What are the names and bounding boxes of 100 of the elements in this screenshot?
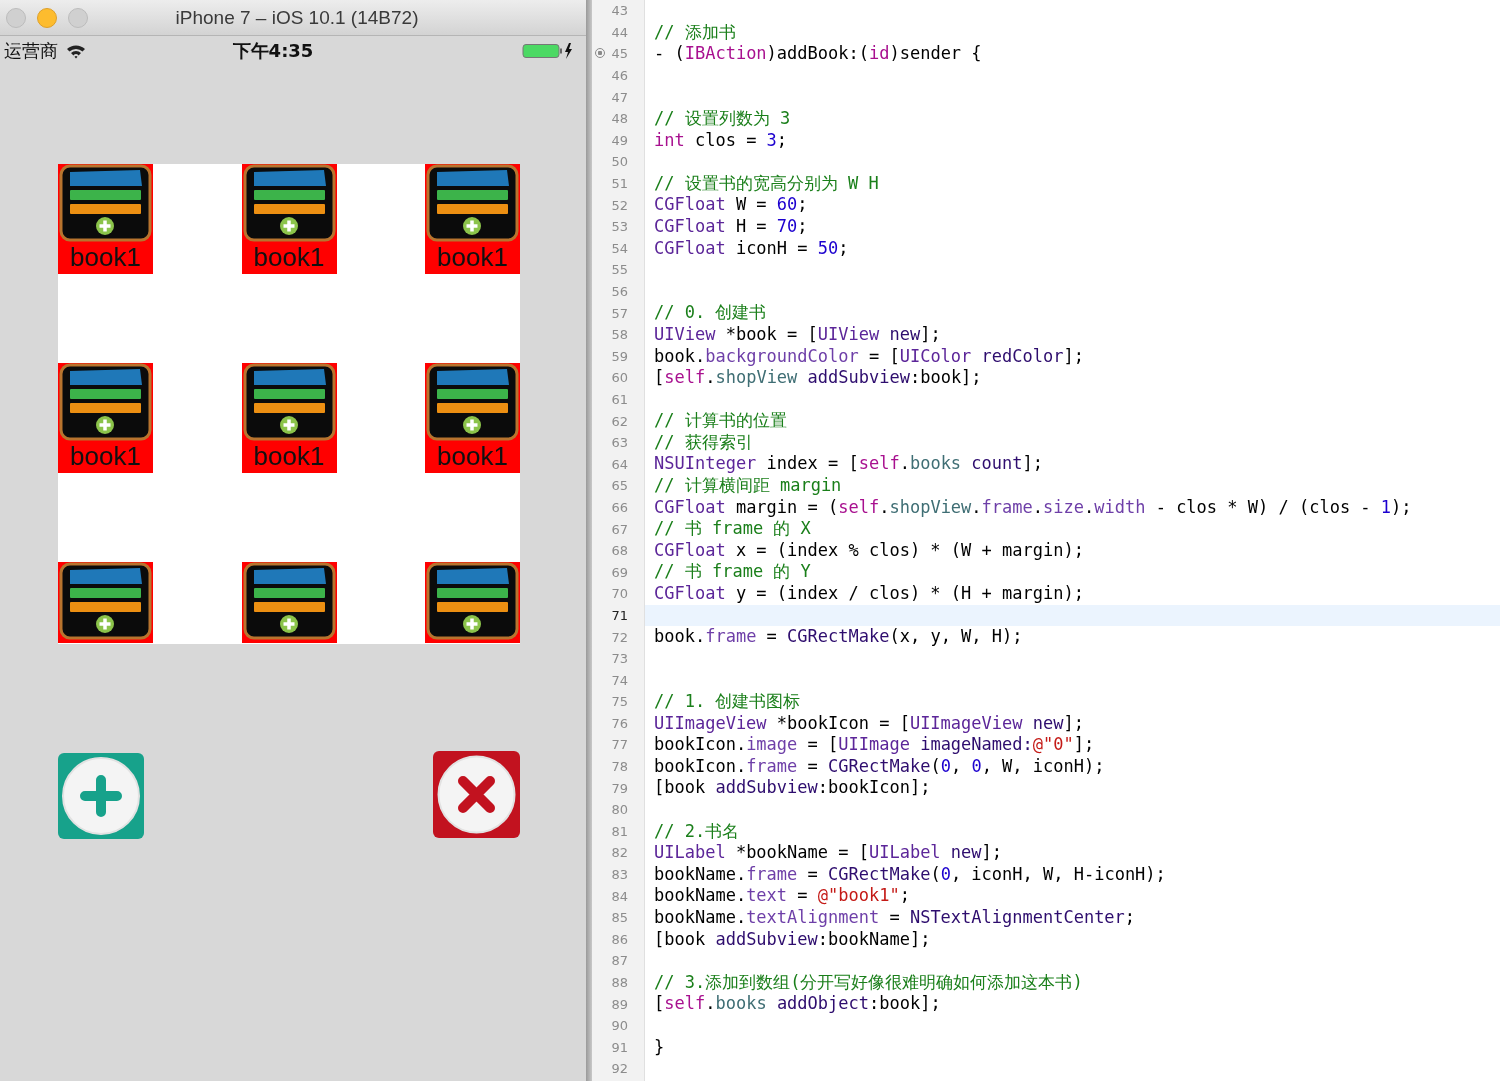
line-number: 66	[611, 499, 628, 515]
minimize-button[interactable]	[37, 7, 57, 28]
line-number: 76	[611, 715, 628, 731]
code-line: // 书 frame 的 Y	[653, 561, 812, 584]
line-number: 58	[611, 327, 628, 343]
line-number: 56	[611, 284, 628, 299]
battery-charging-icon	[522, 42, 574, 60]
line-number: 80	[611, 802, 628, 818]
code-line: CGFloat W = 60;	[653, 194, 809, 216]
code-line: // 设置列数为 3	[653, 107, 792, 130]
line-number: 63	[611, 435, 628, 451]
code-line: UIImageView *bookIcon = [UIImageView new];	[653, 712, 1085, 735]
book-title: book1	[69, 242, 142, 272]
code-line: [book addSubview:bookName];	[653, 928, 932, 951]
line-number: 44	[611, 24, 628, 40]
code-line: // 书 frame 的 X	[653, 518, 812, 540]
line-number: 79	[611, 780, 628, 796]
code-line: bookName.text = @"book1";	[653, 885, 911, 907]
code-line: // 计算横间距 margin	[653, 475, 843, 497]
close-button[interactable]	[6, 7, 26, 28]
line-number: 88	[611, 975, 628, 990]
line-number: 59	[611, 348, 628, 364]
book-title: book1	[252, 242, 326, 272]
code-line: CGFloat margin = (self.shopView.frame.size.width - clos * W) / (clos - 1);	[653, 496, 1413, 519]
wifi-icon	[66, 43, 86, 59]
line-number: 50	[611, 154, 628, 170]
line-number: 49	[611, 132, 628, 148]
line-number: 48	[611, 111, 628, 127]
code-line: UIView *book = [UIView new];	[653, 323, 942, 346]
line-number: 72	[611, 629, 628, 645]
code-line: // 0. 创建书	[653, 302, 768, 324]
line-number: 64	[611, 456, 628, 472]
line-number: 69	[611, 564, 628, 580]
dot-icon[interactable]	[595, 48, 605, 59]
code-line: bookIcon.frame = CGRectMake(0, 0, W, iconH);	[653, 755, 1106, 778]
line-number: 47	[611, 89, 628, 105]
code-line: UILabel *bookName = [UILabel new];	[653, 842, 1004, 864]
code-line: // 获得索引	[653, 431, 754, 454]
code-line: bookIcon.image = [UIImage imageNamed:@"0"];	[653, 734, 1096, 756]
line-number: 74	[611, 672, 628, 688]
code-line: // 添加书	[653, 21, 737, 44]
line-number: 57	[611, 305, 628, 321]
books-icon	[241, 363, 337, 441]
code-line: [book addSubview:bookIcon];	[653, 777, 932, 799]
line-number: 82	[611, 845, 628, 861]
line-number: 67	[611, 521, 628, 537]
line-number: 62	[611, 413, 628, 429]
line-number: 46	[611, 68, 628, 84]
line-number: 89	[611, 996, 628, 1012]
line-number: 81	[611, 823, 628, 839]
carrier-label: 运营商	[4, 39, 58, 63]
line-number: 52	[611, 197, 628, 213]
clock-time: 下午4:35	[232, 39, 314, 63]
line-number: 60	[611, 370, 628, 386]
line-number: 65	[611, 478, 628, 494]
code-line: // 计算书的位置	[653, 410, 788, 432]
code-line: // 1. 创建书图标	[653, 691, 802, 713]
code-line: NSUInteger index = [self.books count];	[653, 453, 1044, 476]
code-line: [self.books addObject:book];	[653, 993, 942, 1015]
code-line: [self.shopView addSubview:book];	[653, 367, 983, 389]
line-number: 83	[611, 867, 628, 883]
line-number: 85	[611, 910, 628, 926]
code-line: CGFloat iconH = 50;	[653, 237, 850, 260]
code-line: // 设置书的宽高分别为 W H	[653, 172, 880, 195]
line-number: 51	[611, 176, 628, 192]
book-title: book1	[252, 441, 326, 471]
line-number: 53	[611, 219, 628, 235]
line-number: 86	[611, 931, 628, 947]
code-line: - (IBAction)addBook:(id)sender {	[653, 43, 983, 65]
book-title: book1	[69, 441, 142, 471]
line-number: 43	[611, 3, 628, 19]
line-number: 77	[611, 737, 628, 753]
line-number: 84	[611, 888, 628, 904]
line-number: 73	[611, 651, 628, 667]
line-number: 61	[611, 392, 628, 407]
code-line: // 2.书名	[653, 820, 741, 843]
code-line: // 3.添加到数组(分开写好像很难明确如何添加这本书)	[653, 971, 1084, 994]
code-line: int clos = 3;	[653, 129, 789, 152]
window-title: iPhone 7 – iOS 10.1 (14B72)	[174, 6, 420, 29]
code-line: bookName.frame = CGRectMake(0, iconH, W, H-iconH);	[653, 863, 1167, 886]
line-number: 78	[611, 759, 628, 775]
add-button[interactable]	[58, 753, 144, 839]
code-line: book.frame = CGRectMake(x, y, W, H);	[653, 626, 1024, 648]
line-number: 87	[611, 953, 628, 969]
line-number: 54	[611, 240, 628, 256]
code-line: CGFloat H = 70;	[653, 215, 809, 238]
line-number: 45	[611, 46, 628, 62]
delete-button[interactable]	[433, 751, 520, 838]
code-line: CGFloat x = (index % clos) * (W + margin);	[653, 539, 1085, 562]
line-number: 75	[611, 694, 628, 710]
code-line: bookName.textAlignment = NSTextAlignmentCenter;	[653, 906, 1137, 929]
line-number: 91	[611, 1039, 628, 1055]
line-number: 71	[611, 607, 628, 623]
line-number: 90	[611, 1018, 628, 1034]
line-number: 92	[611, 1061, 628, 1077]
zoom-button[interactable]	[68, 7, 88, 28]
line-number: 55	[611, 262, 628, 278]
books-icon	[425, 164, 520, 242]
code-line: book.backgroundColor = [UIColor redColor];	[653, 345, 1085, 368]
line-number: 68	[611, 543, 628, 559]
